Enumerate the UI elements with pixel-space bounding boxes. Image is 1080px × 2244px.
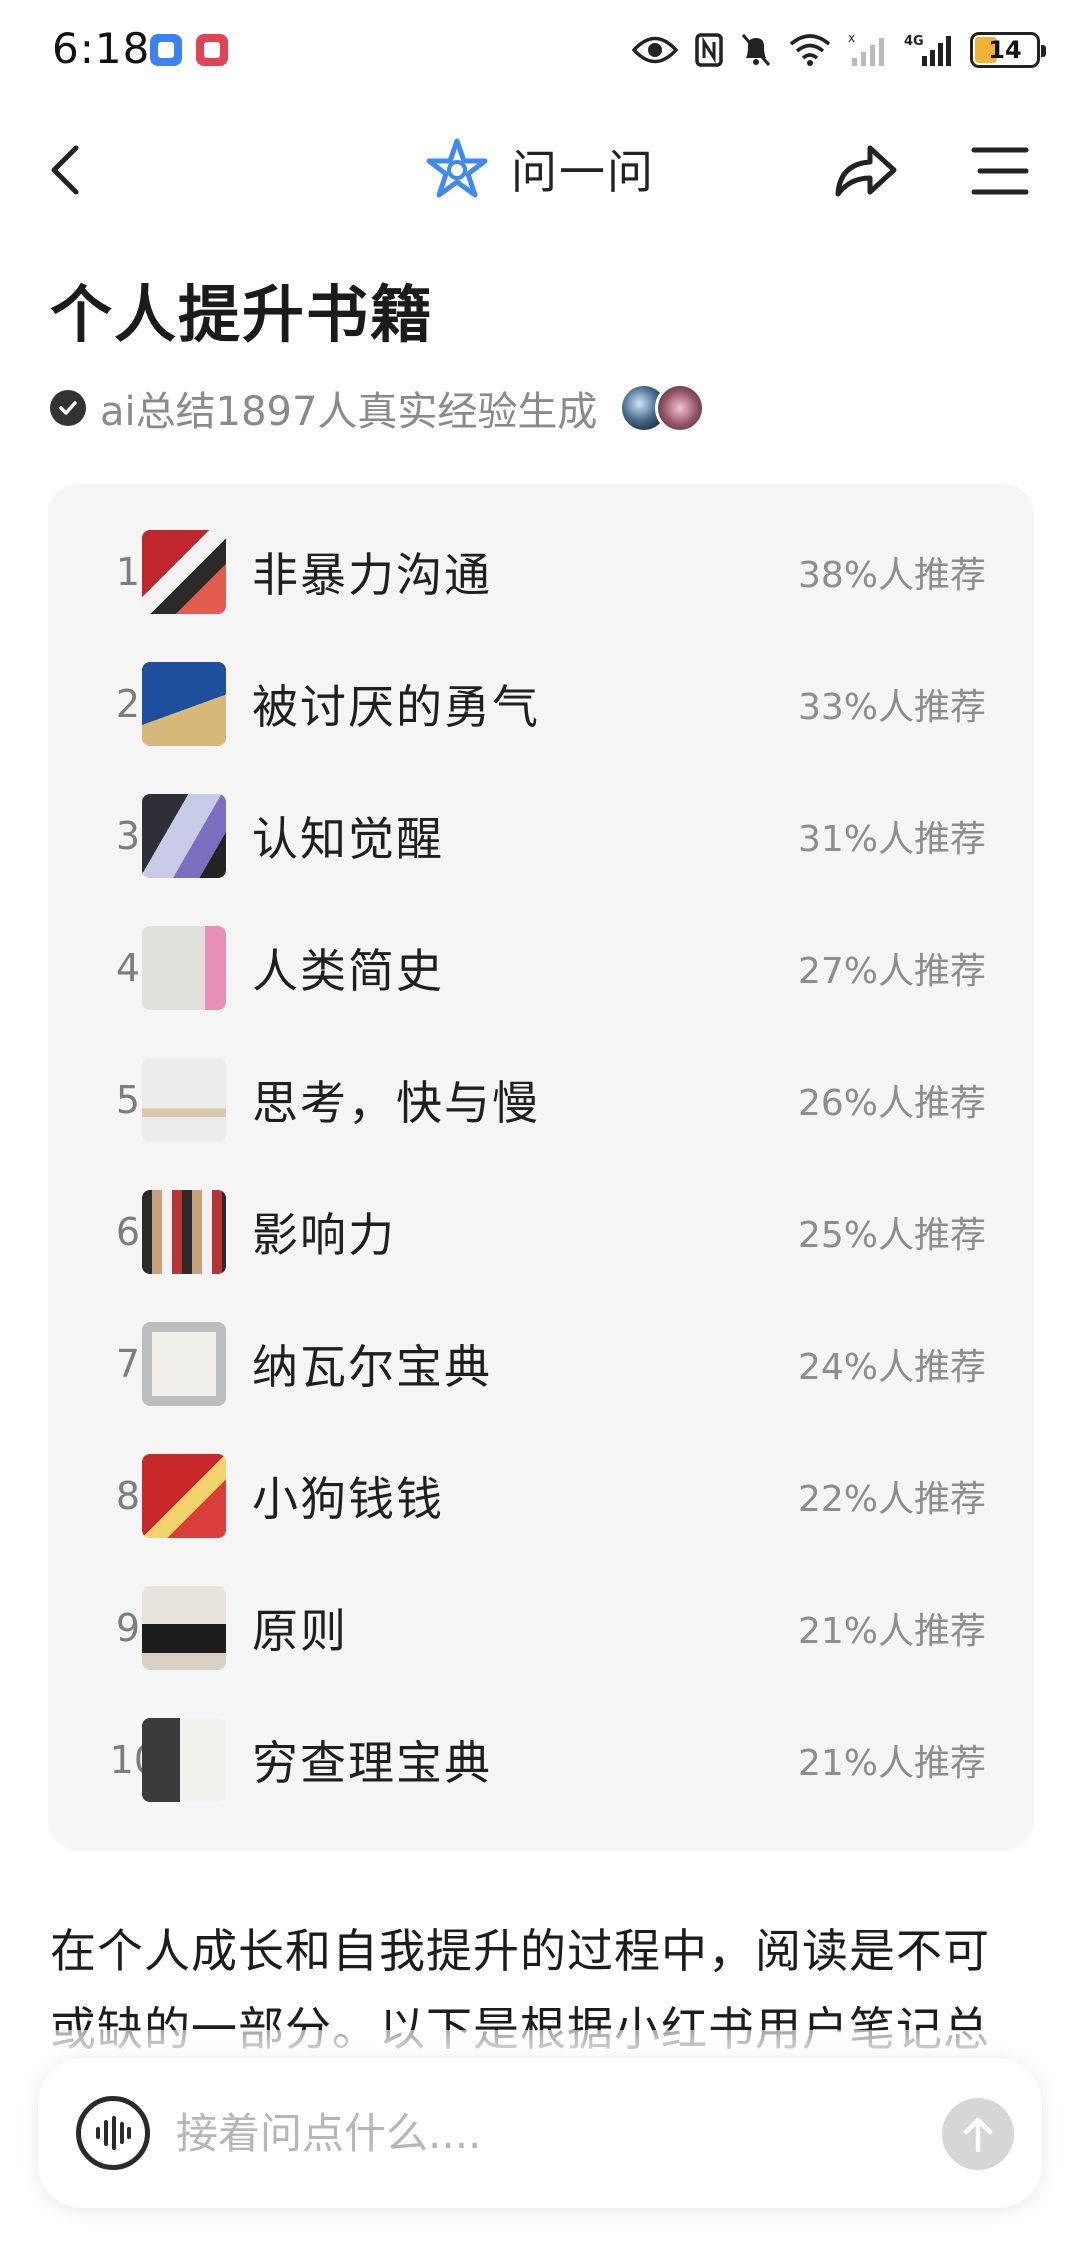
waveform-icon [96,2116,131,2150]
ranking-row[interactable]: 5 思考，快与慢 26%人推荐 [48,1034,1034,1166]
recommend-percent: 21%人推荐 [797,1611,986,1652]
app-header: 问一问 [0,110,1080,230]
rank-number: 3 [115,814,140,858]
share-button[interactable] [830,136,900,206]
book-cover-thumbnail [142,794,226,878]
book-title: 原则 [252,1604,348,1658]
recommend-percent: 22%人推荐 [797,1479,986,1520]
paragraph-line: 在个人成长和自我提升的过程中，阅读是不可 [50,1924,990,1978]
header-center: 问一问 [0,136,1080,202]
book-title: 人类简史 [252,944,444,998]
ranking-row[interactable]: 10 穷查理宝典 21%人推荐 [48,1694,1034,1826]
source-row: ai总结1897人真实经验生成 [50,378,706,438]
rank-number: 7 [115,1342,140,1386]
battery-level: 14 [988,36,1022,64]
question-input[interactable] [176,2094,936,2172]
book-title: 非暴力沟通 [252,548,492,602]
book-cover-thumbnail [142,1718,226,1802]
book-app-icon [196,34,228,66]
book-title: 影响力 [252,1208,396,1262]
book-cover-thumbnail [142,1454,226,1538]
nfc-icon [695,33,723,67]
header-title: 问一问 [511,145,655,199]
ranking-card: 1 非暴力沟通 38%人推荐 2 被讨厌的勇气 33%人推荐 3 认知觉醒 31… [48,484,1034,1850]
ask-star-icon [426,138,488,198]
verified-check-icon [50,390,86,426]
ranking-row[interactable]: 2 被讨厌的勇气 33%人推荐 [48,638,1034,770]
rank-number: 8 [115,1474,140,1518]
rank-number: 1 [115,550,140,594]
status-time: 6:18 [52,24,151,73]
svg-text:x: x [848,32,855,45]
eye-icon [632,36,678,64]
voice-input-button[interactable] [76,2096,150,2170]
book-title: 纳瓦尔宝典 [252,1340,492,1394]
book-cover-thumbnail [142,1190,226,1274]
question-input-bar [38,2058,1042,2208]
ranking-row[interactable]: 9 原则 21%人推荐 [48,1562,1034,1694]
recommend-percent: 31%人推荐 [797,819,986,860]
book-title: 小狗钱钱 [252,1472,444,1526]
book-title: 认知觉醒 [252,812,444,866]
ranking-row[interactable]: 1 非暴力沟通 38%人推荐 [48,506,1034,638]
shield-app-icon [150,34,182,66]
battery-icon: 14 [970,32,1046,68]
book-title: 思考，快与慢 [252,1076,540,1130]
book-cover-thumbnail [142,1322,226,1406]
book-cover-thumbnail [142,1586,226,1670]
arrow-up-icon [963,2117,993,2153]
screen: 6:18 x 4G 14 问一问 个人提升书籍 ai总结1897人真实经验生成 … [0,0,1080,2244]
status-bar: 6:18 x 4G 14 [0,0,1080,100]
send-button[interactable] [942,2098,1014,2170]
contributor-avatars[interactable] [619,383,706,433]
rank-number: 9 [115,1606,140,1650]
recommend-percent: 21%人推荐 [797,1743,986,1784]
book-cover-thumbnail [142,530,226,614]
menu-button[interactable] [966,138,1032,204]
book-title: 穷查理宝典 [252,1736,492,1790]
status-icons: x 4G 14 [632,28,1046,72]
source-text: ai总结1897人真实经验生成 [100,389,598,435]
ranking-row[interactable]: 6 影响力 25%人推荐 [48,1166,1034,1298]
book-cover-thumbnail [142,662,226,746]
recommend-percent: 24%人推荐 [797,1347,986,1388]
recommend-percent: 27%人推荐 [797,951,986,992]
rank-number: 4 [115,946,140,990]
ranking-row[interactable]: 7 纳瓦尔宝典 24%人推荐 [48,1298,1034,1430]
recommend-percent: 26%人推荐 [797,1083,986,1124]
recommend-percent: 38%人推荐 [797,555,986,596]
rank-number: 2 [115,682,140,726]
book-cover-thumbnail [142,1058,226,1142]
mute-bell-icon [741,34,771,66]
svg-text:4G: 4G [904,34,924,49]
recommend-percent: 25%人推荐 [797,1215,986,1256]
signal-icon: x [848,32,884,66]
recommend-percent: 33%人推荐 [797,687,986,728]
ranking-row[interactable]: 3 认知觉醒 31%人推荐 [48,770,1034,902]
signal-4g-icon: 4G [904,34,951,66]
rank-number: 6 [115,1210,140,1254]
book-cover-thumbnail [142,926,226,1010]
rank-number: 5 [115,1078,140,1122]
page-title: 个人提升书籍 [50,278,435,351]
wifi-icon [789,34,831,66]
ranking-row[interactable]: 8 小狗钱钱 22%人推荐 [48,1430,1034,1562]
avatar [655,383,706,433]
ranking-row[interactable]: 4 人类简史 27%人推荐 [48,902,1034,1034]
book-title: 被讨厌的勇气 [252,680,540,734]
